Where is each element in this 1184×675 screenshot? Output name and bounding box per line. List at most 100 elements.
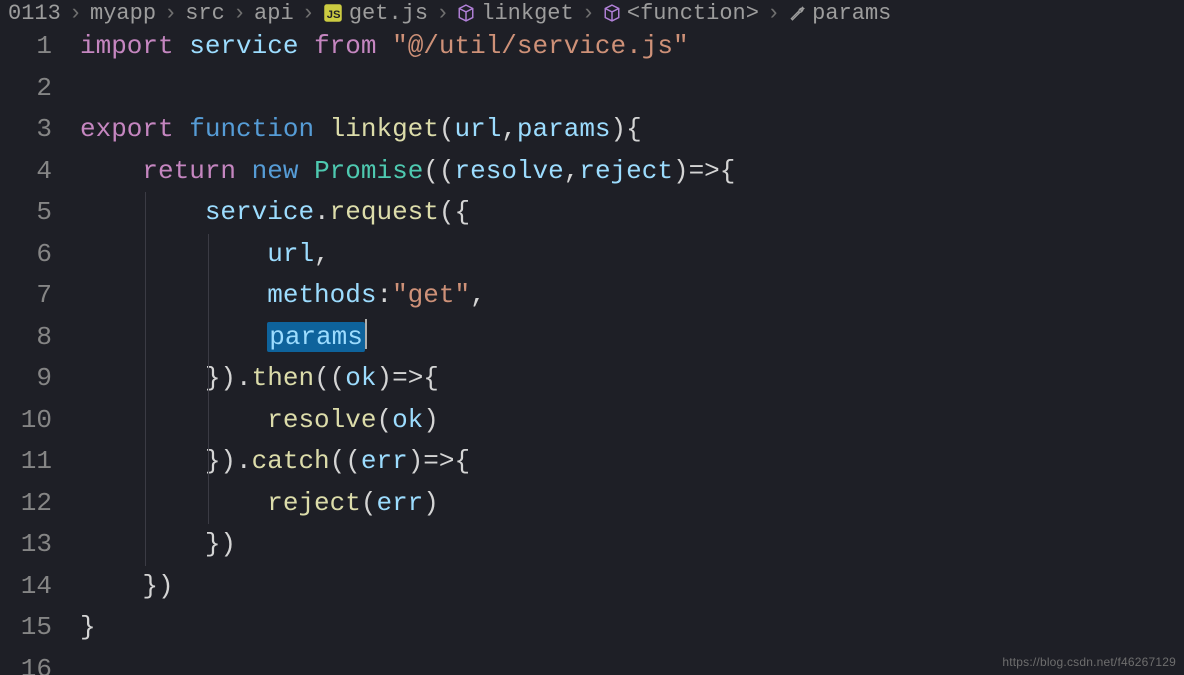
token: linkget [330,114,439,144]
breadcrumb-seg-2[interactable]: src [185,1,225,26]
token: (( [423,156,454,186]
token: ( [361,488,377,518]
code-line[interactable]: reject(err) [80,483,1184,525]
line-number: 16 [0,649,70,675]
chevron-right-icon: › [767,1,780,26]
token: ( [376,405,392,435]
token: "get" [392,280,470,310]
line-number: 9 [0,358,70,400]
token: ok [345,363,376,393]
chevron-right-icon: › [582,1,595,26]
code-line[interactable]: } [80,607,1184,649]
token: ({ [439,197,470,227]
token: }). [205,363,252,393]
line-number: 5 [0,192,70,234]
token: ( [439,114,455,144]
text-cursor [365,319,367,349]
token: reject [579,156,673,186]
token: methods [267,280,376,310]
token: resolve [455,156,564,186]
token: params [269,322,363,352]
token: (( [330,446,361,476]
token: then [252,363,314,393]
js-file-icon: JS [323,3,343,23]
token: ){ [611,114,642,144]
token: )=>{ [377,363,455,393]
token: service [205,197,314,227]
code-line[interactable]: }) [80,566,1184,608]
breadcrumb-label: get.js [349,1,428,26]
code-line[interactable]: }).catch((err)=>{ [80,441,1184,483]
line-number: 2 [0,68,70,110]
line-number: 1 [0,26,70,68]
code-line[interactable]: methods:"get", [80,275,1184,317]
token: catch [252,446,330,476]
token: import [80,31,174,61]
token: url [267,239,314,269]
line-number: 8 [0,317,70,359]
token: params [517,114,611,144]
token: url [455,114,502,144]
code-line[interactable]: }) [80,524,1184,566]
code-line[interactable]: service.request({ [80,192,1184,234]
token: request [330,197,439,227]
code-line[interactable]: export function linkget(url,params){ [80,109,1184,151]
chevron-right-icon: › [436,1,449,26]
breadcrumb-label: <function> [627,1,759,26]
token: , [501,114,517,144]
line-number: 12 [0,483,70,525]
code-lines[interactable]: import service from "@/util/service.js" … [80,26,1184,675]
breadcrumb-seg-0[interactable]: 0113 [8,1,61,26]
breadcrumb-seg-1[interactable]: myapp [90,1,156,26]
token: : [376,280,392,310]
breadcrumb-seg-4[interactable]: JS get.js [323,1,428,26]
line-number: 6 [0,234,70,276]
line-number: 7 [0,275,70,317]
breadcrumb-label: api [254,1,294,26]
token: err [376,488,423,518]
code-line[interactable]: resolve(ok) [80,400,1184,442]
token: service [189,31,298,61]
code-line[interactable]: import service from "@/util/service.js" [80,26,1184,68]
line-number: 4 [0,151,70,193]
token: ) [423,488,439,518]
breadcrumb-label: params [812,1,891,26]
token: . [314,197,330,227]
watermark: https://blog.csdn.net/f46267129 [1002,655,1176,669]
breadcrumb-seg-5[interactable]: linkget [457,1,573,26]
token: reject [267,488,361,518]
line-number: 10 [0,400,70,442]
svg-text:JS: JS [327,9,341,21]
code-line[interactable]: url, [80,234,1184,276]
cube-icon [603,4,621,22]
line-number: 13 [0,524,70,566]
token: )=>{ [673,156,751,186]
chevron-right-icon: › [69,1,82,26]
wrench-icon [788,4,806,22]
token: , [564,156,580,186]
code-line[interactable]: params [80,317,1184,359]
line-number: 11 [0,441,70,483]
code-area[interactable]: 1 2 3 4 5 6 7 8 9 10 11 12 13 14 15 16 i… [0,26,1184,675]
breadcrumb-label: 0113 [8,1,61,26]
breadcrumb-seg-6[interactable]: <function> [603,1,759,26]
breadcrumb-label: src [185,1,225,26]
token: from [314,31,376,61]
token: }) [205,529,236,559]
code-line[interactable] [80,68,1184,110]
code-line[interactable]: return new Promise((resolve,reject)=>{ [80,151,1184,193]
token: ok [392,405,423,435]
breadcrumb-label: myapp [90,1,156,26]
code-line[interactable]: }).then((ok)=>{ [80,358,1184,400]
breadcrumb-seg-7[interactable]: params [788,1,891,26]
breadcrumb-seg-3[interactable]: api [254,1,294,26]
chevron-right-icon: › [164,1,177,26]
token: return [142,156,236,186]
chevron-right-icon: › [233,1,246,26]
line-number: 15 [0,607,70,649]
token: function [189,114,314,144]
chevron-right-icon: › [302,1,315,26]
breadcrumb-label: linkget [481,1,573,26]
token: }). [205,446,252,476]
line-number: 14 [0,566,70,608]
